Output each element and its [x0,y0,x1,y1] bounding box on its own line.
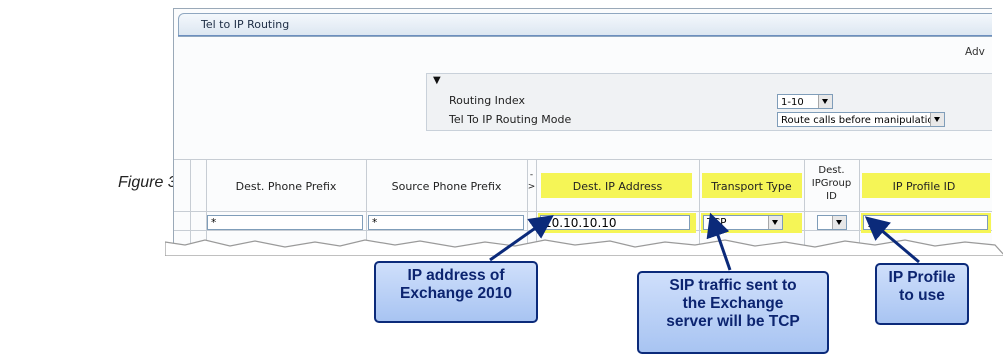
callout-profile-line1: IP Profile [888,269,956,286]
ip-profile-id-input[interactable]: 1 [863,215,988,230]
collapse-triangle-icon[interactable]: ▼ [433,75,441,86]
header-source-phone-prefix: Source Phone Prefix [391,180,502,193]
callout-sip-line3: server will be TCP [666,313,800,330]
routing-index-select[interactable]: 1-10 [777,94,833,109]
dest-ipgroup-select[interactable] [817,215,847,230]
routing-mode-label: Tel To IP Routing Mode [449,113,572,126]
callout-profile-line2: to use [899,287,945,304]
callout-ip-line2: Exchange 2010 [399,285,512,302]
callout-sip-line1: SIP traffic sent to [669,277,797,294]
chevron-down-icon[interactable] [768,216,782,229]
routing-index-label: Routing Index [449,94,525,107]
dest-phone-prefix-input[interactable]: * [207,215,363,230]
chevron-down-icon[interactable] [832,216,846,229]
routing-mode-select[interactable]: Route calls before manipulation [777,112,945,127]
routing-mode-value: Route calls before manipulation [781,115,940,126]
header-ip-profile-id: IP Profile ID [892,180,956,193]
table-border [174,159,992,160]
header-dest-ipgroup-line3: ID [826,191,837,202]
callout-ip-profile: IP Profile to use [875,263,969,325]
routing-settings-panel: ▼ Routing Index 1-10 Tel To IP Routing M… [426,73,992,131]
torn-edge [165,239,1003,256]
dest-ip-address-input[interactable]: 10.10.10.10 [540,215,690,230]
header-dest-ipgroup-line2: IPGroup [811,178,852,189]
header-dest-ip-address: Dest. IP Address [572,180,663,193]
chevron-down-icon[interactable] [818,95,832,108]
window-titlebar: Tel to IP Routing [178,13,992,37]
screenshot-window: Tel to IP Routing Adv ▼ Routing Index 1-… [173,8,992,249]
header-dest-phone-prefix: Dest. Phone Prefix [235,180,337,193]
callout-ip-line1: IP address of [407,267,505,284]
callout-sip-line2: the Exchange [682,295,784,312]
table-border [174,211,992,212]
transport-type-value: TCP [707,217,727,229]
routing-index-value: 1-10 [781,97,804,108]
callout-sip-tcp: SIP traffic sent to the Exchange server … [637,271,829,354]
advanced-link[interactable]: Adv [965,46,985,58]
title-divider [178,35,992,36]
chevron-down-icon[interactable] [930,113,944,126]
header-dest-ipgroup-line1: Dest. [818,165,845,176]
window-title: Tel to IP Routing [201,18,290,31]
header-arrow-column: -> [527,170,536,192]
source-phone-prefix-input[interactable]: * [368,215,524,230]
header-transport-type: Transport Type [711,180,792,193]
transport-type-select[interactable]: TCP [703,215,783,230]
callout-ip-address: IP address of Exchange 2010 [374,261,538,323]
